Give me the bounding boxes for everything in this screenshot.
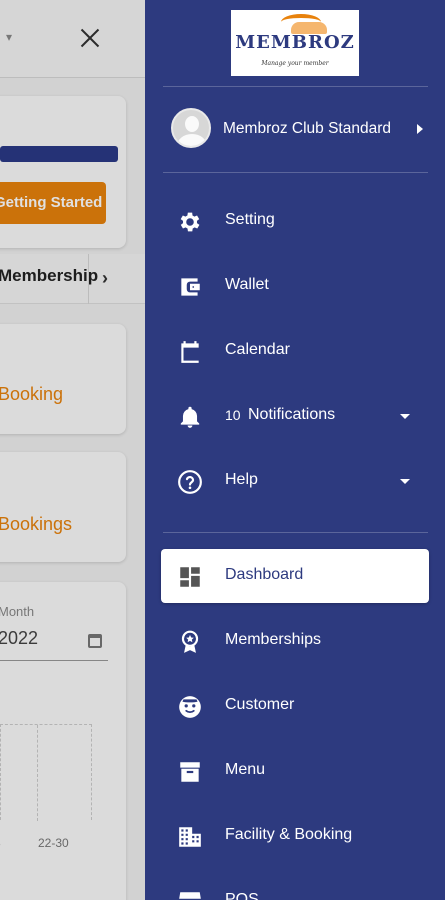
avatar [171,108,211,148]
wallet-icon [181,278,200,296]
nav-item-help[interactable]: Help [161,454,429,508]
nav-item-calendar[interactable]: Calendar [161,324,429,378]
nav-item-wallet[interactable]: Wallet [161,259,429,313]
archive-box-icon [180,762,200,782]
drawer-divider [163,86,428,87]
bell-icon [180,406,200,428]
nav-item-label: Dashboard [225,566,304,583]
nav-item-label: Wallet [225,276,269,293]
chevron-down-icon[interactable] [400,414,410,419]
nav-item-dashboard[interactable]: Dashboard [161,549,429,603]
nav-item-setting[interactable]: Setting [161,194,429,248]
nav-item-label: Notifications [248,406,336,423]
nav-item-label: Menu [225,761,266,778]
logo-text: MEMBROZ [235,32,355,53]
nav-item-label: Memberships [225,631,322,648]
customer-face-icon [179,696,201,718]
dashboard-icon [180,567,200,587]
calendar-icon [181,341,199,363]
nav-item-label: Calendar [225,341,290,358]
membroz-logo: MEMBROZ Manage your member [231,10,359,76]
navigation-drawer: MEMBROZ Manage your member Membroz Club … [145,0,445,900]
notification-count: 10 [225,407,241,423]
drawer-divider [163,532,428,533]
building-icon [179,827,201,847]
membership-badge-icon [181,630,199,653]
drawer-scrim[interactable] [0,0,145,900]
nav-item-menu[interactable]: Menu [161,744,429,798]
caret-right-icon [417,124,423,134]
nav-item-label: POS [225,891,259,900]
nav-item-label: Customer [225,696,295,713]
nav-item-customer[interactable]: Customer [161,679,429,733]
logo-tagline: Manage your member [261,60,329,67]
nav-item-label: Help [225,471,258,488]
store-icon [179,892,201,899]
gear-icon [180,212,200,232]
nav-item-label: Setting [225,211,275,228]
help-circle-icon [178,470,202,494]
nav-item-facility-booking[interactable]: Facility & Booking [161,809,429,863]
nav-item-notifications[interactable]: 10 Notifications [161,389,429,443]
nav-item-pos[interactable]: POS [161,874,429,900]
drawer-divider [163,172,428,173]
background-app: ▾ Getting Started Membership › Booking B… [0,0,145,900]
nav-item-memberships[interactable]: Memberships [161,614,429,668]
chevron-down-icon[interactable] [400,479,410,484]
nav-item-label: Facility & Booking [225,826,353,843]
profile-switcher[interactable]: Membroz Club Standard [163,104,433,156]
profile-name: Membroz Club Standard [223,120,391,137]
